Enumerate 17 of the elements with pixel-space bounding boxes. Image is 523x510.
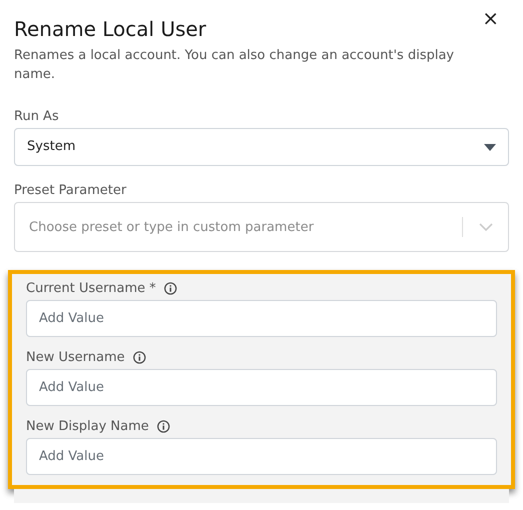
dialog-description: Renames a local account. You can also change an account's display name. [14, 47, 456, 84]
input-field[interactable]: Add Value [26, 300, 497, 337]
dialog-title: Rename Local User [14, 16, 206, 42]
field-label: Run As [14, 108, 60, 125]
field-label: Current Username * [26, 280, 156, 297]
run-as-select[interactable]: System [14, 128, 509, 166]
field-label: Preset Parameter [14, 182, 128, 199]
info-icon[interactable] [156, 420, 170, 433]
input-field[interactable]: Add Value [26, 438, 497, 475]
close-button[interactable]: × [478, 8, 503, 28]
field-label: New Display Name [26, 418, 149, 435]
input-field[interactable]: Add Value [26, 369, 497, 406]
info-icon[interactable] [164, 282, 177, 295]
caret-icon [484, 144, 496, 150]
info-icon[interactable] [132, 351, 146, 364]
preset-parameter-field[interactable]: Choose preset or type in custom parameter [14, 202, 509, 252]
field-label: New Username [26, 349, 125, 366]
